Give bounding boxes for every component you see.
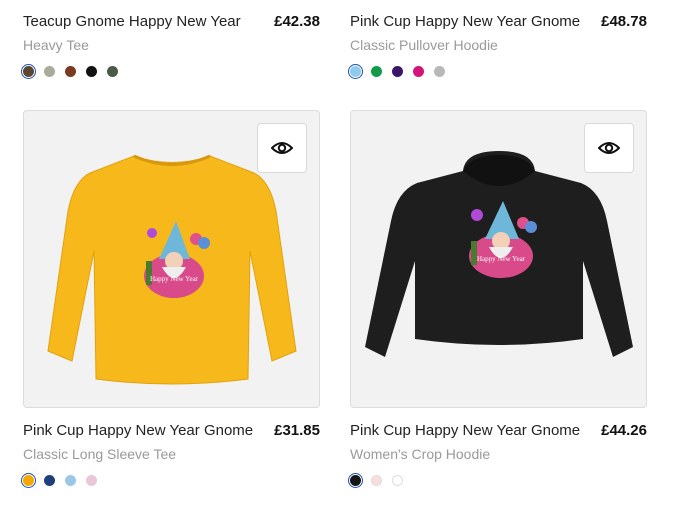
color-swatch[interactable]	[413, 65, 424, 77]
color-swatch[interactable]	[371, 65, 382, 77]
product-price: £44.26	[601, 422, 647, 439]
product-type: Heavy Tee	[23, 37, 89, 53]
product-type: Women's Crop Hoodie	[350, 446, 491, 462]
product-title[interactable]: Pink Cup Happy New Year Gnome	[350, 422, 580, 439]
color-swatch[interactable]	[434, 65, 445, 77]
product-image[interactable]: Happy New Year	[350, 110, 647, 408]
color-swatch[interactable]	[65, 474, 76, 486]
color-swatch[interactable]	[86, 474, 97, 486]
svg-text:Happy New Year: Happy New Year	[150, 275, 199, 283]
color-swatch[interactable]	[86, 65, 97, 77]
color-swatch[interactable]	[44, 474, 55, 486]
product-price: £42.38	[274, 13, 320, 30]
color-swatches	[347, 63, 647, 79]
product-title[interactable]: Pink Cup Happy New Year Gnome	[350, 13, 580, 30]
color-swatch[interactable]	[20, 63, 37, 79]
color-swatch[interactable]	[65, 65, 76, 77]
color-swatch[interactable]	[107, 65, 118, 77]
product-info: Pink Cup Happy New Year Gnome £31.85	[23, 422, 320, 446]
product-price: £48.78	[601, 13, 647, 30]
eye-icon	[271, 142, 293, 154]
color-swatch[interactable]	[20, 472, 37, 488]
color-swatch[interactable]	[371, 474, 382, 486]
product-card[interactable]: Happy New Year Pink Cup Happy New Year G…	[347, 110, 647, 488]
product-price: £31.85	[274, 422, 320, 439]
product-info: Pink Cup Happy New Year Gnome £48.78	[350, 13, 647, 37]
color-swatch[interactable]	[44, 65, 55, 77]
color-swatch[interactable]	[392, 65, 403, 77]
product-title[interactable]: Pink Cup Happy New Year Gnome	[23, 422, 253, 439]
product-type: Classic Pullover Hoodie	[350, 37, 498, 53]
color-swatch[interactable]	[392, 474, 403, 486]
eye-icon	[598, 142, 620, 154]
product-card[interactable]: Teacup Gnome Happy New Year £42.38 Heavy…	[20, 0, 320, 79]
product-card[interactable]: Happy New Year Pink Cup Happy New Year G…	[20, 110, 320, 488]
preview-button[interactable]	[257, 123, 307, 173]
color-swatch[interactable]	[347, 472, 364, 488]
svg-text:Happy New Year: Happy New Year	[477, 255, 526, 263]
preview-button[interactable]	[584, 123, 634, 173]
product-type: Classic Long Sleeve Tee	[23, 446, 177, 462]
color-swatches	[347, 472, 647, 488]
product-image[interactable]: Happy New Year	[23, 110, 320, 408]
color-swatches	[20, 63, 320, 79]
product-info: Teacup Gnome Happy New Year £42.38	[23, 13, 320, 37]
color-swatch[interactable]	[347, 63, 364, 79]
product-title[interactable]: Teacup Gnome Happy New Year	[23, 13, 241, 30]
product-info: Pink Cup Happy New Year Gnome £44.26	[350, 422, 647, 446]
color-swatches	[20, 472, 320, 488]
product-card[interactable]: Pink Cup Happy New Year Gnome £48.78 Cla…	[347, 0, 647, 79]
